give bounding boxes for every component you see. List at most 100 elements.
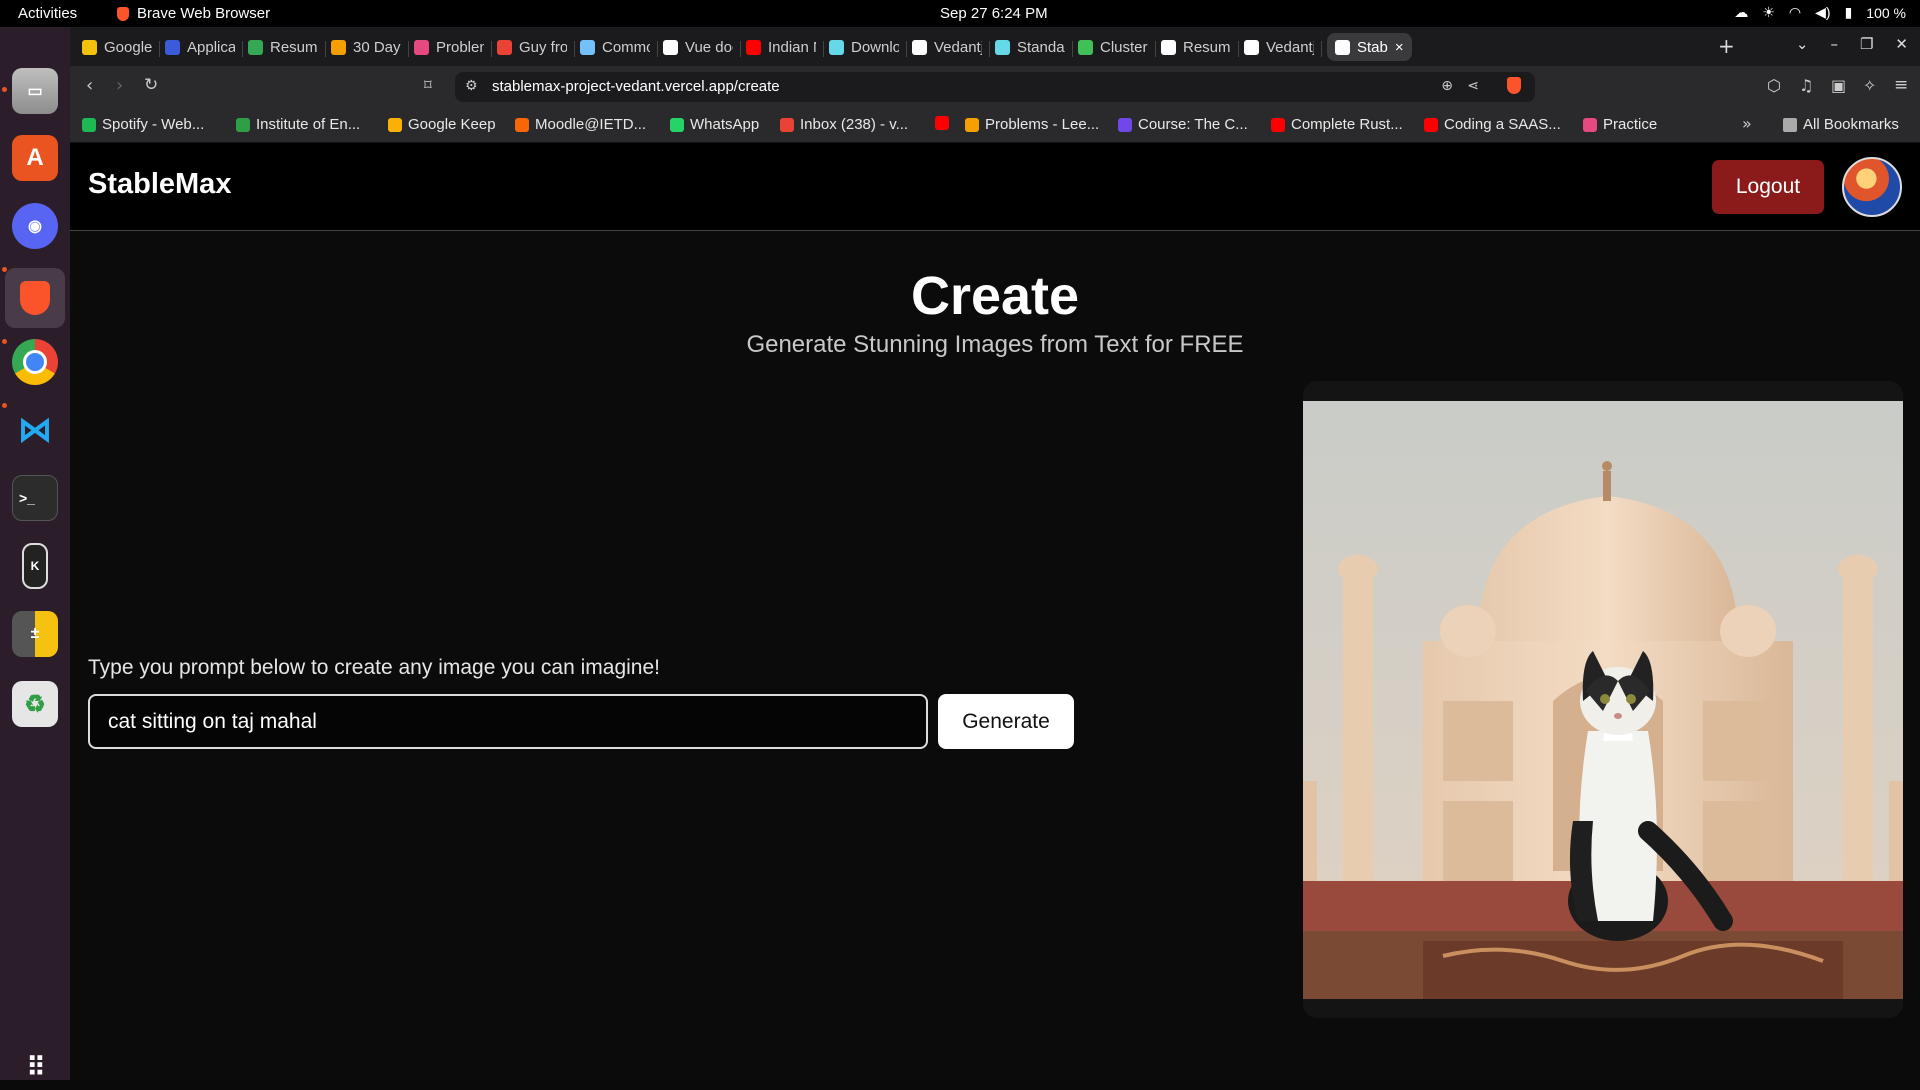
bookmark-favicon-icon xyxy=(670,117,684,132)
extensions-icon[interactable]: ⬡ xyxy=(1767,76,1781,95)
tab[interactable]: Resume xyxy=(248,33,318,61)
vscode-icon[interactable]: ⋈ xyxy=(12,407,58,453)
avatar[interactable] xyxy=(1842,157,1902,217)
bookmark-item[interactable]: Course: The C... xyxy=(1118,116,1248,133)
bookmark-favicon-icon xyxy=(780,117,794,132)
running-indicator xyxy=(2,87,7,92)
all-bookmarks-label: All Bookmarks xyxy=(1803,116,1899,133)
site-header: StableMax Logout xyxy=(70,143,1920,231)
menu-icon[interactable]: ≡ xyxy=(1894,75,1908,95)
tab-favicon-icon xyxy=(414,39,429,55)
tab[interactable]: Applicat xyxy=(165,33,235,61)
tab-label: Commo xyxy=(602,38,650,56)
bookmark-label: Practice xyxy=(1603,116,1658,133)
close-icon[interactable]: ✕ xyxy=(1895,35,1908,53)
tab-separator xyxy=(1072,41,1073,57)
tab-separator xyxy=(408,41,409,57)
tab-favicon-icon xyxy=(497,39,512,55)
bookmark-favicon-icon xyxy=(1271,117,1285,132)
tab[interactable]: Resume xyxy=(1161,33,1231,61)
bookmark-item[interactable]: Practice xyxy=(1583,116,1657,133)
leo-ai-icon[interactable]: ✧ xyxy=(1863,76,1876,95)
back-icon[interactable]: ‹ xyxy=(86,75,93,96)
all-bookmarks[interactable]: All Bookmarks xyxy=(1783,116,1899,133)
bookmark-icon[interactable]: ⌑ xyxy=(424,76,432,94)
address-bar[interactable]: ⚙ stablemax-project-vedant.vercel.app/cr… xyxy=(455,72,1535,102)
address-url[interactable]: stablemax-project-vedant.vercel.app/crea… xyxy=(492,78,780,95)
generate-button[interactable]: Generate xyxy=(938,694,1074,749)
new-tab-icon[interactable]: + xyxy=(1718,34,1735,58)
tab-active[interactable]: Stab × xyxy=(1327,33,1412,61)
chrome-icon[interactable] xyxy=(12,339,58,385)
site-brand[interactable]: StableMax xyxy=(88,168,231,201)
generated-image[interactable] xyxy=(1303,401,1903,999)
tab[interactable]: Cluster xyxy=(1078,33,1148,61)
maximize-icon[interactable]: ❐ xyxy=(1860,35,1873,53)
tab-separator xyxy=(574,41,575,57)
site-info-icon[interactable]: ⚙ xyxy=(465,78,478,94)
forward-icon[interactable]: › xyxy=(116,75,123,96)
tab[interactable]: Vue doc xyxy=(663,33,733,61)
browser-toolbar: ‹ › ↻ ⌑ ⚙ stablemax-project-vedant.verce… xyxy=(70,66,1920,108)
activities-button[interactable]: Activities xyxy=(18,5,77,22)
discord-icon[interactable]: ◉ xyxy=(12,203,58,249)
tab-separator xyxy=(1155,41,1156,57)
tab[interactable]: Vedantj xyxy=(912,33,982,61)
files-icon[interactable]: ▭ xyxy=(12,68,58,114)
tab-favicon-icon xyxy=(331,39,346,55)
tab-separator xyxy=(325,41,326,57)
zoom-icon[interactable]: ⊕ xyxy=(1441,78,1453,94)
bookmark-favicon-icon xyxy=(1583,117,1597,132)
bookmark-item[interactable]: Problems - Lee... xyxy=(965,116,1099,133)
tab[interactable]: Commo xyxy=(580,33,650,61)
logout-button[interactable]: Logout xyxy=(1712,160,1824,214)
bookmark-favicon-icon xyxy=(935,116,949,130)
wallet-icon[interactable]: ▣ xyxy=(1831,76,1846,95)
terminal-icon[interactable]: >_ xyxy=(12,475,58,521)
tab[interactable]: Guy fro xyxy=(497,33,567,61)
tab[interactable]: Standar xyxy=(995,33,1065,61)
reload-icon[interactable]: ↻ xyxy=(144,75,158,95)
tab-separator xyxy=(491,41,492,57)
close-tab-icon[interactable]: × xyxy=(1395,39,1404,56)
system-tray[interactable]: ☁ ☀ ◠ ◀) ▮ 100 % xyxy=(1734,4,1906,21)
bookmark-item[interactable]: Coding a SAAS... xyxy=(1424,116,1561,133)
bookmark-item[interactable]: Complete Rust... xyxy=(1271,116,1403,133)
clock[interactable]: Sep 27 6:24 PM xyxy=(940,5,1048,22)
bookmark-item[interactable]: Google Keep xyxy=(388,116,496,133)
tab[interactable]: Vedantj xyxy=(1244,33,1314,61)
tab-label: Cluster xyxy=(1100,38,1148,56)
calculator-icon[interactable]: ± xyxy=(12,611,58,657)
prompt-input[interactable] xyxy=(88,694,928,749)
media-icon[interactable]: ♫ xyxy=(1799,76,1813,95)
tab-search-icon[interactable]: ⌄ xyxy=(1796,35,1809,53)
share-icon[interactable]: ⋖ xyxy=(1467,78,1479,94)
active-app-indicator[interactable]: Brave Web Browser xyxy=(117,5,270,22)
minimize-icon[interactable]: – xyxy=(1830,35,1838,53)
trash-icon[interactable]: ♻ xyxy=(12,681,58,727)
bookmark-item[interactable]: Moodle@IETD... xyxy=(515,116,646,133)
tab[interactable]: Google xyxy=(82,33,152,61)
kde-connect-icon[interactable]: K xyxy=(22,543,48,589)
bookmark-item[interactable]: Institute of En... xyxy=(236,116,360,133)
tab-label: Resume xyxy=(1183,38,1231,56)
bookmark-favicon-icon xyxy=(236,117,250,132)
bookmarks-overflow[interactable]: » xyxy=(1742,114,1752,133)
bookmark-item[interactable]: WhatsApp xyxy=(670,116,759,133)
brave-dock-icon[interactable] xyxy=(5,268,65,328)
tab[interactable]: 30 Days xyxy=(331,33,401,61)
brave-shields-icon[interactable] xyxy=(1507,77,1521,94)
tab-favicon-icon xyxy=(1161,39,1176,55)
bookmark-item[interactable]: Spotify - Web... xyxy=(82,116,204,133)
app-center-icon[interactable]: A xyxy=(12,135,58,181)
tab[interactable]: Downlo xyxy=(829,33,899,61)
tab[interactable]: Indian N xyxy=(746,33,816,61)
tab-separator xyxy=(906,41,907,57)
tab[interactable]: Problen xyxy=(414,33,484,61)
system-top-bar: Activities Brave Web Browser Sep 27 6:24… xyxy=(0,0,1920,27)
bookmark-item[interactable] xyxy=(935,116,949,130)
tab-separator xyxy=(740,41,741,57)
bookmark-item[interactable]: Inbox (238) - v... xyxy=(780,116,908,133)
volume-icon: ◀) xyxy=(1815,4,1831,20)
show-apps-icon[interactable]: ⠿ xyxy=(12,1044,58,1090)
